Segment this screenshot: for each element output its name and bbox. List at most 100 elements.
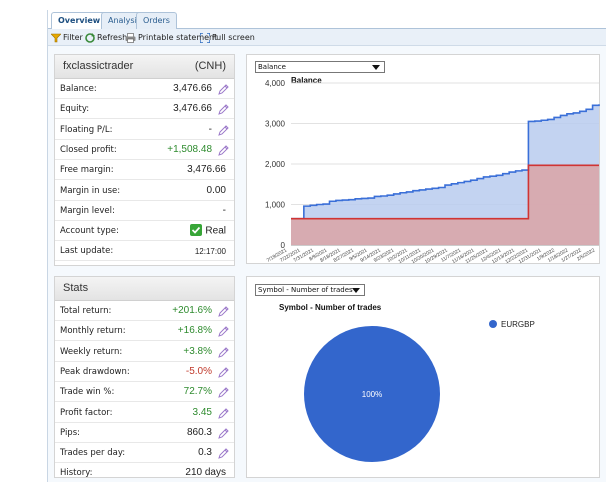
- stats-value: 210 days: [185, 467, 226, 479]
- stats-row: Profit factor: 3.45: [55, 404, 234, 423]
- account-label: Balance:: [60, 84, 97, 94]
- account-value: 12:17:00: [194, 247, 226, 257]
- stats-label: History:: [60, 468, 93, 479]
- refresh-icon: [85, 32, 95, 43]
- legend-swatch: [489, 320, 497, 328]
- account-row: Margin in use: 0.00: [55, 182, 234, 201]
- edit-pencil-icon[interactable]: [218, 84, 229, 95]
- edit-pencil-icon[interactable]: [218, 326, 229, 338]
- stats-row: Total return: +201.6%: [55, 302, 234, 321]
- pie-chart-panel: Symbol - Number of trades Symbol - Numbe…: [246, 276, 600, 478]
- y-tick-label: 3,000: [265, 120, 286, 129]
- account-label: Margin level:: [60, 205, 115, 216]
- edit-pencil-icon[interactable]: [218, 367, 229, 378]
- check-icon: [190, 224, 203, 237]
- edit-pencil-icon[interactable]: [218, 306, 229, 317]
- stats-value: +3.8%: [183, 345, 212, 357]
- stats-value: 860.3: [186, 426, 212, 438]
- stats-row: Monthly return: +16.8%: [55, 322, 234, 342]
- stats-row: Pips: 860.3: [55, 424, 234, 443]
- account-row: Last update: 12:17:00: [55, 242, 234, 262]
- legend-label[interactable]: EURGBP: [501, 320, 535, 329]
- stats-value: 72.7%: [183, 386, 212, 398]
- account-value: 0.00: [206, 184, 226, 196]
- pie-chart-select[interactable]: Symbol - Number of trades: [255, 284, 365, 296]
- edit-pencil-icon[interactable]: [218, 428, 229, 439]
- account-row: Free margin: 3,476.66: [55, 161, 234, 181]
- account-summary-panel: fxclassictrader (CNH) Balance: 3,476.66 Eq…: [54, 54, 235, 266]
- account-value: 3,476.66: [187, 164, 226, 176]
- fullscreen-icon: [200, 32, 210, 43]
- y-tick-label: 4,000: [265, 79, 286, 88]
- edit-pencil-icon[interactable]: [218, 346, 229, 358]
- tab-overview[interactable]: Overview: [51, 12, 108, 30]
- account-label: Equity:: [60, 104, 90, 115]
- stats-label: Total return:: [60, 306, 112, 316]
- balance-chart: Balance 01,0002,0003,0004,000 7/19/20217…: [265, 76, 600, 265]
- edit-pencil-icon[interactable]: [218, 448, 229, 459]
- account-row: Equity: 3,476.66: [55, 100, 234, 120]
- account-row: Balance: 3,476.66: [55, 80, 234, 99]
- edit-pencil-icon[interactable]: [218, 124, 229, 136]
- account-header: fxclassictrader (CNH): [55, 55, 234, 79]
- edit-pencil-icon[interactable]: [218, 104, 229, 116]
- refresh-button[interactable]: Refresh: [85, 31, 127, 44]
- pie-select-value: Symbol - Number of trades: [258, 286, 353, 294]
- stats-header: Stats: [55, 277, 234, 301]
- tab-bar: Overview Analysis Orders: [48, 10, 606, 30]
- y-tick-label: 1,000: [265, 201, 286, 210]
- pie-chart-title: Symbol - Number of trades: [279, 303, 382, 312]
- account-value: +1,508.48: [167, 143, 212, 155]
- refresh-label: Refresh: [97, 33, 128, 42]
- stats-row: Weekly return: +3.8%: [55, 343, 234, 362]
- stats-label: Monthly return:: [60, 326, 126, 337]
- account-label: Margin in use:: [60, 185, 121, 196]
- full-screen-button[interactable]: Full screen: [200, 31, 255, 44]
- edit-pencil-icon[interactable]: [218, 387, 229, 398]
- account-row: Account type: Real: [55, 222, 234, 242]
- account-name: fxclassictrader: [63, 60, 134, 72]
- account-type-text: Real: [205, 225, 226, 237]
- stats-value: +201.6%: [172, 305, 212, 316]
- stats-row: History: 210 days: [55, 464, 234, 482]
- account-value: Real: [190, 224, 226, 237]
- stats-value: +16.8%: [177, 325, 212, 337]
- account-label: Last update:: [60, 246, 114, 257]
- chevron-down-icon: [352, 288, 360, 293]
- stats-label: Pips:: [60, 427, 80, 438]
- account-label: Account type:: [60, 226, 119, 237]
- pie-slice-label: 100%: [362, 390, 382, 399]
- account-currency: (CNH): [194, 60, 226, 72]
- account-value: 3,476.66: [173, 103, 212, 115]
- edit-pencil-icon[interactable]: [218, 145, 229, 156]
- balance-chart-select[interactable]: Balance: [255, 61, 385, 73]
- tab-orders[interactable]: Orders: [136, 12, 177, 29]
- stats-value: -5.0%: [185, 365, 212, 377]
- chevron-down-icon: [372, 65, 380, 70]
- stats-value: 0.3: [198, 447, 212, 459]
- account-row: Closed profit: +1,508.48: [55, 141, 234, 160]
- stats-value: 3.45: [192, 406, 212, 418]
- edit-pencil-icon[interactable]: [218, 407, 229, 419]
- filter-label: Filter: [63, 33, 83, 42]
- account-label: Closed profit:: [60, 144, 117, 155]
- account-row: Margin level: -: [55, 202, 234, 221]
- filter-button[interactable]: Filter: [51, 31, 83, 44]
- statement-frame: Overview Analysis Orders Filter Refresh …: [47, 10, 606, 482]
- toolbar: Filter Refresh Printable statement Full …: [48, 29, 606, 46]
- stats-label: Profit factor:: [60, 407, 113, 418]
- filter-icon: [51, 33, 61, 42]
- full-screen-label: Full screen: [212, 33, 255, 42]
- stats-label: Peak drawdown:: [60, 366, 130, 377]
- account-label: Floating P/L:: [60, 124, 113, 135]
- stats-title: Stats: [63, 282, 89, 294]
- stats-panel: Stats Total return: +201.6% Monthly return…: [54, 276, 235, 478]
- account-value: -: [208, 123, 212, 135]
- pie-chart: Symbol - Number of trades 100% EURGBP: [279, 303, 535, 462]
- printer-icon: [125, 32, 136, 43]
- account-row: Floating P/L: -: [55, 121, 234, 140]
- stats-row: Peak drawdown: -5.0%: [55, 363, 234, 382]
- balance-select-value: Balance: [258, 63, 286, 71]
- account-value: 3,476.66: [173, 83, 212, 94]
- stats-label: Weekly return:: [60, 346, 123, 357]
